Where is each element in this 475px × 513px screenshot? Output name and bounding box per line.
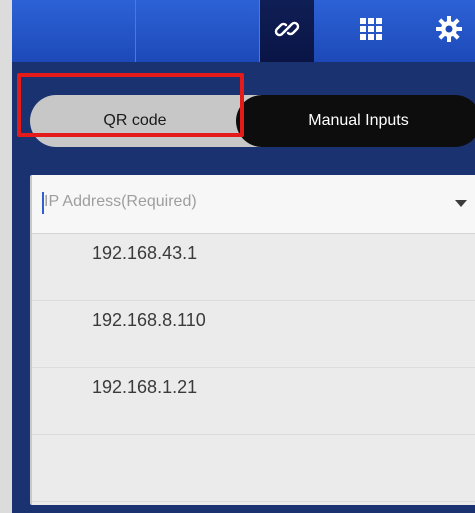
ip-address-placeholder: IP Address(Required) <box>44 193 197 210</box>
ip-option[interactable]: 192.168.43.1 <box>32 234 475 301</box>
ip-option[interactable]: 192.168.8.110 <box>32 301 475 368</box>
ip-option-label: 192.168.43.1 <box>92 243 198 263</box>
grid-button[interactable] <box>344 0 398 62</box>
link-icon <box>274 16 300 47</box>
manual-inputs-label: Manual Inputs <box>308 112 409 129</box>
ip-option-label: 192.168.8.110 <box>92 310 206 330</box>
toolbar-segment-2[interactable] <box>136 0 260 62</box>
ip-option-label: 192.168.1.21 <box>92 377 198 397</box>
ip-address-dropdown: IP Address(Required) 192.168.43.1 192.16… <box>30 175 475 505</box>
settings-button[interactable] <box>422 0 475 62</box>
gear-icon <box>435 15 463 48</box>
ip-address-field[interactable]: IP Address(Required) <box>32 175 475 234</box>
manual-inputs-option[interactable]: Manual Inputs <box>236 95 475 147</box>
empty-list-area <box>32 435 475 502</box>
app-frame: QR code Manual Inputs IP Address(Require… <box>0 0 475 513</box>
chevron-down-icon[interactable] <box>455 200 467 207</box>
grid-icon <box>359 17 383 46</box>
link-button[interactable] <box>260 0 314 62</box>
left-border <box>0 0 12 513</box>
top-toolbar <box>12 0 475 62</box>
toolbar-segment-1[interactable] <box>12 0 136 62</box>
ip-option[interactable]: 192.168.1.21 <box>32 368 475 435</box>
highlight-box <box>17 73 244 137</box>
